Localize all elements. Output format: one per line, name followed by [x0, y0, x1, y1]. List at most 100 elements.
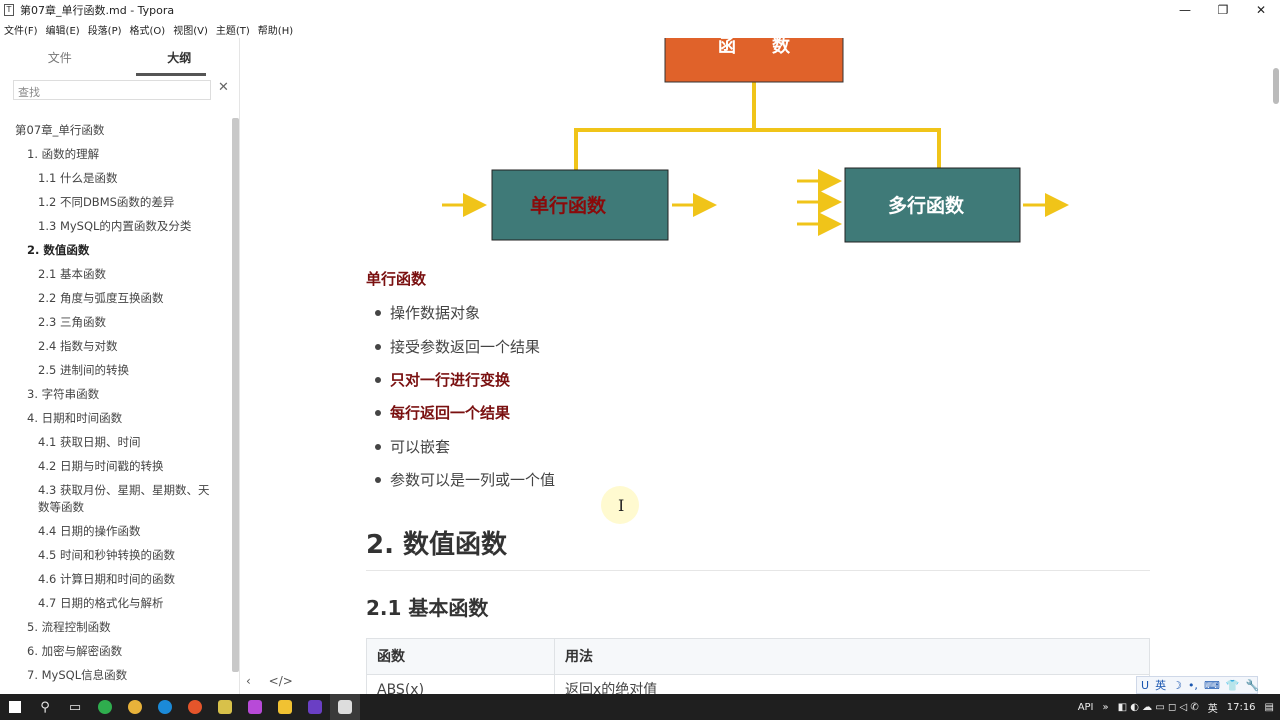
menu-format[interactable]: 格式(O)	[130, 22, 166, 37]
task-view-icon[interactable]: ▭	[60, 694, 90, 720]
visual-studio-icon[interactable]	[300, 694, 330, 720]
outline-item[interactable]: 2.1 基本函数	[38, 266, 106, 282]
close-button[interactable]: ✕	[1242, 0, 1280, 20]
outline-item-label: 4.4 日期的操作函数	[38, 524, 141, 538]
outline-item[interactable]: 7. MySQL信息函数	[27, 667, 127, 683]
punctuation-icon[interactable]: •,	[1188, 679, 1198, 692]
clock[interactable]: 17:16	[1227, 702, 1256, 713]
active-tab-indicator	[136, 73, 206, 76]
multi-row-label: 多行函数	[888, 194, 965, 217]
heading-3: 2.1 基本函数	[366, 596, 489, 620]
outline-item-label: 1.3 MySQL的内置函数及分类	[38, 219, 192, 233]
outline-item[interactable]: 4.2 日期与时间戳的转换	[38, 458, 163, 474]
outline-item-label: 第07章_单行函数	[15, 123, 105, 137]
outline-item[interactable]: 6. 加密与解密函数	[27, 643, 122, 659]
keyboard-icon[interactable]: ⌨	[1204, 679, 1220, 692]
top-box-label: 函 数	[718, 38, 791, 57]
outline-item[interactable]: 5. 流程控制函数	[27, 619, 111, 635]
sidebar: 文件 大纲 查找 ✕ 第07章_单行函数 1. 函数的理解 1.1 什么是函数 1.2…	[0, 38, 240, 694]
outline-item-label: 2.5 进制间的转换	[38, 363, 129, 377]
outline-item[interactable]: 4.4 日期的操作函数	[38, 523, 140, 539]
menu-theme[interactable]: 主题(T)	[216, 22, 250, 37]
outline-item[interactable]: 2.4 指数与对数	[38, 338, 117, 354]
functions-table: 函数 用法 ABS(x) 返回x的绝对值	[366, 638, 1150, 694]
typora-app-icon: T	[4, 4, 14, 16]
outline-item[interactable]: 3. 字符串函数	[27, 386, 99, 402]
menu-view[interactable]: 视图(V)	[173, 22, 208, 37]
app-icon-purple[interactable]	[240, 694, 270, 720]
outline-item-label: 4.2 日期与时间戳的转换	[38, 459, 164, 473]
outline-item-label: 2. 数值函数	[27, 243, 90, 257]
outline-item[interactable]: 4.1 获取日期、时间	[38, 434, 140, 450]
outline-search-input[interactable]: 查找	[13, 80, 211, 100]
app-icon-yellow[interactable]	[210, 694, 240, 720]
menu-help[interactable]: 帮助(H)	[258, 22, 293, 37]
menu-paragraph[interactable]: 段落(P)	[88, 22, 122, 37]
tab-files[interactable]: 文件	[0, 38, 120, 78]
tray-expand-icon[interactable]: »	[1103, 702, 1109, 713]
file-explorer-icon[interactable]	[270, 694, 300, 720]
table-row: ABS(x) 返回x的绝对值	[367, 675, 1149, 694]
editor-scrollbar[interactable]	[1273, 68, 1279, 104]
close-icon[interactable]: ✕	[218, 80, 229, 95]
menu-bar: 文件(F) 编辑(E) 段落(P) 格式(O) 视图(V) 主题(T) 帮助(H…	[0, 20, 1280, 38]
outline-item[interactable]: 第07章_单行函数	[15, 122, 104, 138]
function-diagram: 函 数 单行函数 多行函数	[442, 38, 1069, 243]
notification-icon[interactable]: ▤	[1265, 702, 1274, 713]
tray-icons: ◧ ◐ ☁ ▭ ◻ ◁ ✆	[1117, 701, 1199, 713]
chrome-icon[interactable]	[120, 694, 150, 720]
outline-item-label: 5. 流程控制函数	[27, 620, 111, 634]
menu-edit[interactable]: 编辑(E)	[46, 22, 80, 37]
outline-item-label: 7. MySQL信息函数	[27, 668, 128, 682]
table-header-usage: 用法	[565, 649, 593, 665]
heading-divider	[366, 570, 1150, 571]
menu-file[interactable]: 文件(F)	[4, 22, 38, 37]
outline-item-label: 2.3 三角函数	[38, 315, 106, 329]
search-icon[interactable]: ⚲	[30, 694, 60, 720]
table-cell: ABS(x)	[367, 675, 555, 694]
outline-item[interactable]: 4.5 时间和秒钟转换的函数	[38, 547, 175, 563]
windows-start-icon[interactable]	[0, 694, 30, 720]
maximize-button[interactable]: ❐	[1204, 0, 1242, 20]
system-tray: API » ◧ ◐ ☁ ▭ ◻ ◁ ✆ 英 17:16 ▤	[1069, 694, 1274, 720]
table-cell: 返回x的绝对值	[565, 682, 658, 694]
table-header: 函数 用法	[367, 639, 1149, 675]
outline-item-label: 4.3 获取月份、星期、星期数、天	[38, 483, 210, 497]
ime-toolbar: U 英 ☽ •, ⌨ 👕 🔧	[1136, 676, 1260, 694]
sidebar-tabs: 文件 大纲	[0, 38, 239, 78]
outline-item[interactable]: 2. 数值函数	[27, 242, 89, 258]
outline-item[interactable]: 1.2 不同DBMS函数的差异	[38, 194, 174, 210]
outline-item[interactable]: 4.7 日期的格式化与解析	[38, 595, 163, 611]
input-language[interactable]: 英	[1208, 700, 1218, 715]
title-bar: T 第07章_单行函数.md - Typora — ❐ ✕	[0, 0, 1280, 20]
tray-api[interactable]: API	[1078, 702, 1094, 713]
typora-taskbar-icon[interactable]	[330, 694, 360, 720]
outline-item[interactable]: 1.1 什么是函数	[38, 170, 117, 186]
taskbar: ⚲ ▭ API » ◧ ◐ ☁ ▭ ◻ ◁ ✆ 英 17:16 ▤	[0, 694, 1280, 720]
outline-item-label: 数等函数	[38, 500, 84, 514]
outline-item[interactable]: 1.3 MySQL的内置函数及分类	[38, 218, 191, 234]
outline-item[interactable]: 1. 函数的理解	[27, 146, 99, 162]
outline-item[interactable]: 2.3 三角函数	[38, 314, 106, 330]
outline-item[interactable]: 4.3 获取月份、星期、星期数、天 数等函数	[38, 482, 209, 516]
outline-item[interactable]: 2.2 角度与弧度互换函数	[38, 290, 163, 306]
outline-item[interactable]: 2.5 进制间的转换	[38, 362, 129, 378]
outline-item-label: 6. 加密与解密函数	[27, 644, 123, 658]
app-icon-green[interactable]	[90, 694, 120, 720]
outline-item[interactable]: 4. 日期和时间函数	[27, 410, 122, 426]
text-cursor-icon: I	[618, 496, 625, 515]
firefox-icon[interactable]	[180, 694, 210, 720]
moon-icon[interactable]: ☽	[1172, 679, 1182, 692]
outline-item-label: 1. 函数的理解	[27, 147, 100, 161]
single-row-label: 单行函数	[530, 194, 607, 217]
minimize-button[interactable]: —	[1166, 0, 1204, 20]
sidebar-scrollbar[interactable]	[232, 118, 239, 672]
tab-outline[interactable]: 大纲	[120, 38, 240, 78]
ime-lang[interactable]: 英	[1155, 677, 1166, 693]
skin-icon[interactable]: 👕	[1226, 679, 1240, 692]
ime-logo-icon[interactable]: U	[1141, 679, 1149, 692]
outline-item[interactable]: 4.6 计算日期和时间的函数	[38, 571, 175, 587]
outline-item-label: 4.5 时间和秒钟转换的函数	[38, 548, 175, 562]
edge-icon[interactable]	[150, 694, 180, 720]
wrench-icon[interactable]: 🔧	[1246, 679, 1260, 692]
